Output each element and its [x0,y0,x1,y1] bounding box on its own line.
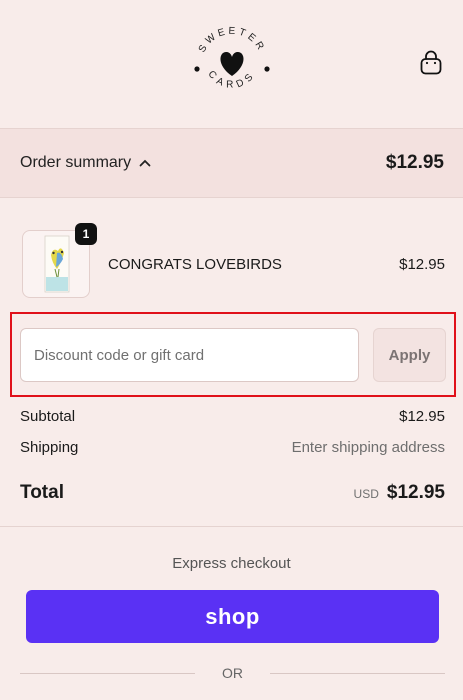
subtotal-label: Subtotal [20,408,76,425]
order-summary-total: $12.95 [385,152,444,173]
order-summary-bar[interactable]: Order summary $12.95 [0,128,463,198]
or-divider: OR [20,664,445,684]
currency-code: USD [353,487,379,501]
subtotal-row: Subtotal $12.95 [20,408,445,425]
apply-button[interactable]: Apply [373,328,446,382]
logo-text-top: SWEETER [197,26,264,55]
total-amount: USD $12.95 [354,482,445,504]
chevron-up-icon [139,159,151,167]
svg-text:SWEETER: SWEETER [197,26,267,55]
subtotal-value: $12.95 [399,408,445,425]
sweeter-cards-logo[interactable]: SWEETER CARDS [188,18,276,106]
discount-code-input[interactable] [20,328,359,382]
heart-icon [220,51,244,76]
section-divider [0,526,463,527]
total-value: $12.95 [386,482,445,503]
logo-graphic: SWEETER CARDS [194,26,270,91]
item-price: $12.95 [399,256,445,273]
or-line-right [270,673,445,674]
shipping-label: Shipping [20,439,79,456]
total-label: Total [20,482,64,503]
order-summary-toggle[interactable]: Order summary [20,154,151,172]
shipping-value: Enter shipping address [291,439,445,456]
header: SWEETER CARDS [0,0,463,128]
quantity-badge: 1 [75,223,97,245]
shop-pay-button[interactable]: shop [26,590,439,643]
express-checkout-label: Express checkout [172,555,291,572]
shopping-bag-icon[interactable] [419,50,443,76]
order-summary-label: Order summary [20,154,132,171]
item-name: CONGRATS LOVEBIRDS [108,256,282,273]
shipping-row: Shipping Enter shipping address [20,439,445,456]
line-item: 1 CONGRATS LOVEBIRDS $12.95 [20,223,445,302]
total-row: Total USD $12.95 [20,482,445,504]
